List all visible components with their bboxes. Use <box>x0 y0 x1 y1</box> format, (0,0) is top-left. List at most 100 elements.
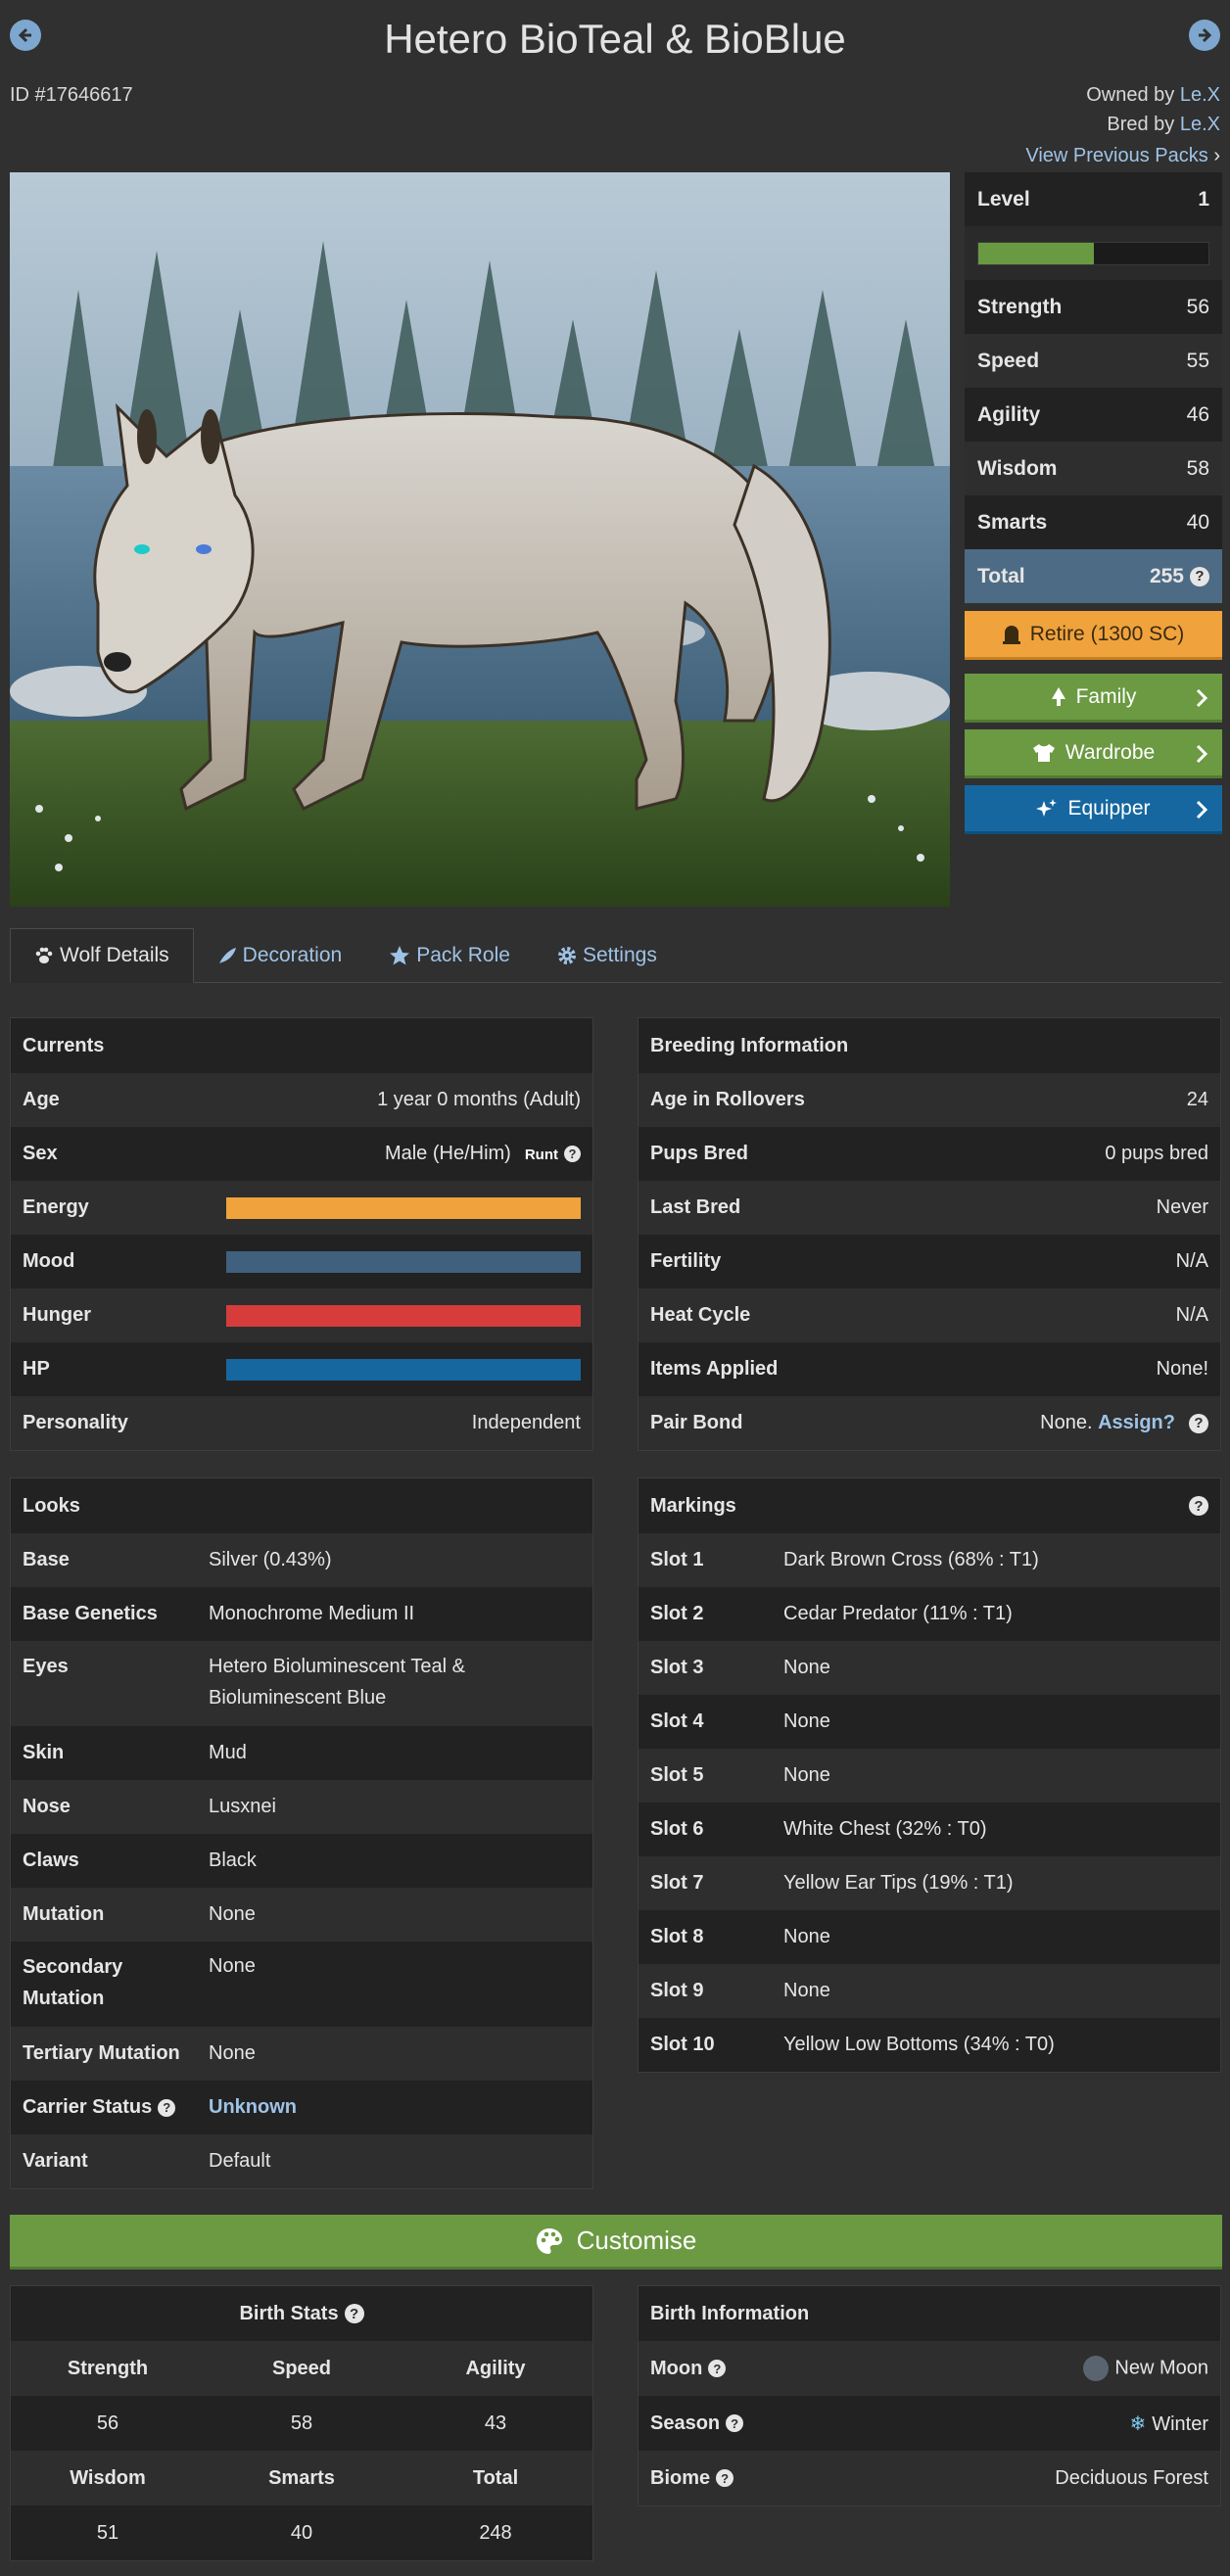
hunger-row: Hunger <box>11 1288 592 1342</box>
energy-bar-fill <box>226 1196 581 1219</box>
breeding-row: Items Applied None! <box>639 1342 1220 1396</box>
looks-title: Looks <box>11 1478 592 1533</box>
help-icon[interactable]: ? <box>1190 566 1209 586</box>
breeding-panel: Breeding Information Age in Rollovers 24 … <box>638 1017 1221 1451</box>
help-icon[interactable]: ? <box>344 2304 364 2323</box>
marking-slot: Slot 1 Dark Brown Cross (68% : T1) <box>639 1533 1220 1587</box>
breeding-row: Heat Cycle N/A <box>639 1288 1220 1342</box>
star-icon <box>390 946 410 965</box>
breeding-row: Pups Bred 0 pups bred <box>639 1127 1220 1181</box>
chevron-right-icon: › <box>1213 145 1220 166</box>
stat-row-speed: Speed 55 <box>965 334 1222 388</box>
stat-row-smarts: Smarts 40 <box>965 495 1222 549</box>
looks-row: Secondary Mutation None <box>11 1942 592 2027</box>
marking-slot: Slot 5 None <box>639 1749 1220 1803</box>
marking-slot: Slot 9 None <box>639 1964 1220 2018</box>
family-button[interactable]: Family <box>965 674 1222 723</box>
help-icon[interactable]: ? <box>1189 1413 1208 1433</box>
markings-panel: Markings? Slot 1 Dark Brown Cross (68% : … <box>638 1477 1221 2073</box>
hunger-bar <box>226 1304 581 1327</box>
retire-button[interactable]: Retire (1300 SC) <box>965 611 1222 660</box>
level-value: 1 <box>1198 187 1209 211</box>
marking-slot: Slot 4 None <box>639 1695 1220 1749</box>
hp-row: HP <box>11 1342 592 1396</box>
hp-bar-fill <box>226 1358 581 1381</box>
looks-row: Skin Mud <box>11 1726 592 1780</box>
looks-row: Tertiary Mutation None <box>11 2027 592 2081</box>
new-moon-icon <box>1083 2356 1110 2381</box>
xp-bar-fill <box>978 242 1094 264</box>
stat-row-strength: Strength 56 <box>965 280 1222 334</box>
feather-icon <box>218 948 236 963</box>
wardrobe-button[interactable]: Wardrobe <box>965 729 1222 778</box>
customise-button[interactable]: Customise <box>10 2215 1222 2270</box>
tab-bar: Wolf Details Decoration Pack Role Settin… <box>10 928 1222 983</box>
birth-stats-title: Birth Stats <box>239 2302 339 2324</box>
marking-slot: Slot 8 None <box>639 1910 1220 1964</box>
carrier-status-link[interactable]: Unknown <box>209 2096 297 2119</box>
view-previous-packs-link[interactable]: View Previous Packs › <box>1025 145 1220 167</box>
looks-row: Carrier Status? Unknown <box>11 2081 592 2134</box>
wolf-id: ID #17646617 <box>10 84 133 106</box>
looks-row: Mutation None <box>11 1888 592 1942</box>
help-icon[interactable]: ? <box>708 2360 727 2378</box>
birth-info-panel: Birth Information Moon? New Moon Season? ❄… <box>638 2285 1221 2506</box>
stats-panel: Level 1 Strength 56 Speed 55 Agility 46 Wis… <box>965 172 1222 603</box>
tombstone-icon <box>1002 625 1020 644</box>
snowflake-icon: ❄ <box>1129 2412 1147 2435</box>
personality-row: Personality Independent <box>11 1396 592 1450</box>
marking-slot: Slot 10 Yellow Low Bottoms (34% : T0) <box>639 2018 1220 2072</box>
breeder-link[interactable]: Le.X <box>1180 114 1220 135</box>
energy-bar <box>226 1196 581 1219</box>
moon-row: Moon? New Moon <box>639 2341 1220 2396</box>
currents-panel: Currents Age 1 year 0 months (Adult) Sex M… <box>10 1017 593 1451</box>
breeding-title: Breeding Information <box>639 1018 1220 1073</box>
looks-panel: Looks Base Silver (0.43%) Base Genetics Mo… <box>10 1477 593 2189</box>
marking-slot: Slot 2 Cedar Predator (11% : T1) <box>639 1587 1220 1641</box>
looks-row: Base Silver (0.43%) <box>11 1533 592 1587</box>
hp-bar <box>226 1358 581 1381</box>
owned-by: Owned by Le.X <box>1086 84 1220 106</box>
marking-slot: Slot 6 White Chest (32% : T0) <box>639 1803 1220 1856</box>
help-icon[interactable]: ? <box>158 2098 176 2117</box>
sex-row: Sex Male (He/Him) Runt? <box>11 1127 592 1181</box>
help-icon[interactable]: ? <box>726 2414 744 2433</box>
palette-icon <box>536 2227 562 2254</box>
chevron-right-icon <box>1196 800 1208 820</box>
season-row: Season? ❄ Winter <box>639 2396 1220 2451</box>
energy-row: Energy <box>11 1181 592 1235</box>
breeding-row: Last Bred Never <box>639 1181 1220 1235</box>
currents-title: Currents <box>11 1018 592 1073</box>
chevron-right-icon <box>1196 744 1208 764</box>
page-title: Hetero BioTeal & BioBlue <box>384 16 846 62</box>
help-icon[interactable]: ? <box>564 1146 581 1163</box>
stat-row-total: Total 255? <box>965 549 1222 603</box>
breeding-row: Fertility N/A <box>639 1235 1220 1288</box>
looks-row: Nose Lusxnei <box>11 1780 592 1834</box>
runt-badge: Runt <box>524 1147 558 1163</box>
equipper-button[interactable]: Equipper <box>965 785 1222 834</box>
paw-icon <box>35 947 53 963</box>
markings-title: Markings <box>650 1494 736 1517</box>
help-icon[interactable]: ? <box>1189 1496 1208 1516</box>
xp-bar <box>965 226 1222 280</box>
help-icon[interactable]: ? <box>716 2469 734 2488</box>
chevron-right-icon <box>1196 688 1208 708</box>
tab-decoration[interactable]: Decoration <box>194 928 366 983</box>
mood-bar <box>226 1250 581 1273</box>
level-row: Level 1 <box>965 172 1222 226</box>
tab-pack-role[interactable]: Pack Role <box>365 928 534 983</box>
stat-row-agility: Agility 46 <box>965 388 1222 442</box>
birth-stats-panel: Birth Stats? Strength Speed Agility 56 58 43… <box>10 2285 593 2561</box>
breeding-row: Age in Rollovers 24 <box>639 1073 1220 1127</box>
shirt-icon <box>1032 743 1056 763</box>
looks-row: Claws Black <box>11 1834 592 1888</box>
mood-bar-fill <box>226 1250 581 1273</box>
age-row: Age 1 year 0 months (Adult) <box>11 1073 592 1127</box>
owner-link[interactable]: Le.X <box>1180 84 1220 106</box>
tab-wolf-details[interactable]: Wolf Details <box>10 928 194 983</box>
stat-row-wisdom: Wisdom 58 <box>965 442 1222 495</box>
tree-icon <box>1051 686 1066 707</box>
tab-settings[interactable]: Settings <box>534 928 681 983</box>
assign-link[interactable]: Assign? <box>1098 1412 1175 1433</box>
